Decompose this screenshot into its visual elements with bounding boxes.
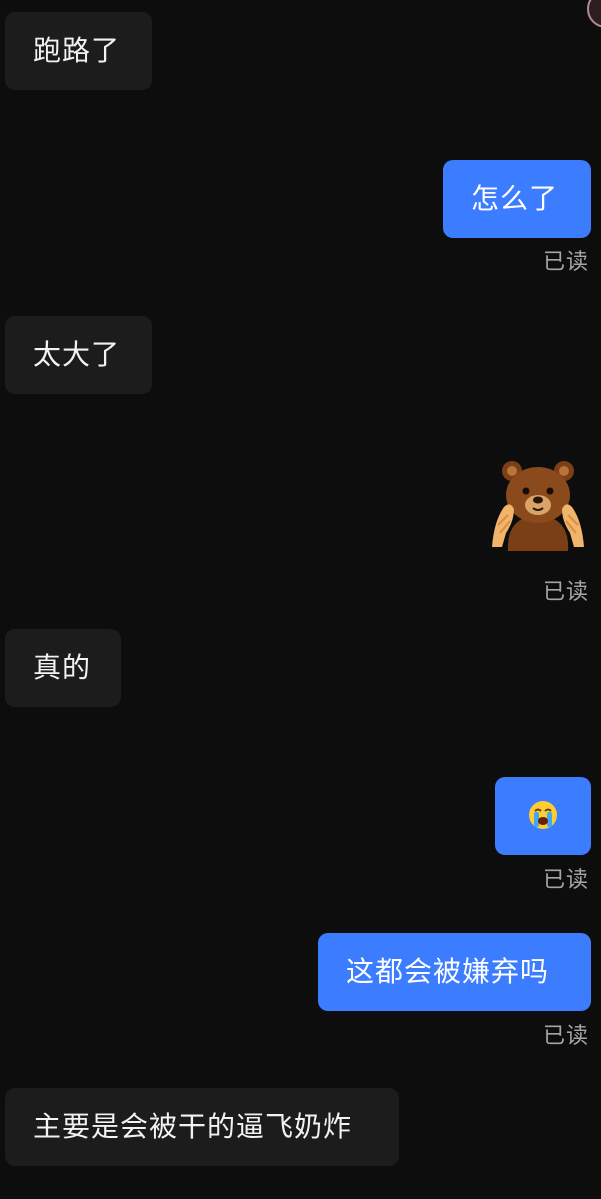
outgoing-message-bubble[interactable]: 这都会被嫌弃吗 [318, 933, 591, 1011]
incoming-message-bubble[interactable]: 太大了 [5, 316, 152, 394]
incoming-message-bubble[interactable]: 真的 [5, 629, 121, 707]
incoming-message-bubble[interactable]: 主要是会被干的逼飞奶炸 [5, 1088, 399, 1166]
avatar[interactable] [587, 0, 601, 28]
outgoing-emoji-bubble[interactable] [495, 777, 591, 855]
loudly-crying-face-emoji [529, 801, 557, 829]
incoming-message-bubble[interactable]: 跑路了 [5, 12, 152, 90]
read-status: 已读 [542, 580, 589, 605]
bear-cheeks-sticker[interactable] [490, 455, 586, 551]
read-status: 已读 [542, 868, 589, 893]
read-status: 已读 [542, 250, 589, 275]
outgoing-message-bubble[interactable]: 怎么了 [443, 160, 591, 238]
read-status: 已读 [542, 1024, 589, 1049]
